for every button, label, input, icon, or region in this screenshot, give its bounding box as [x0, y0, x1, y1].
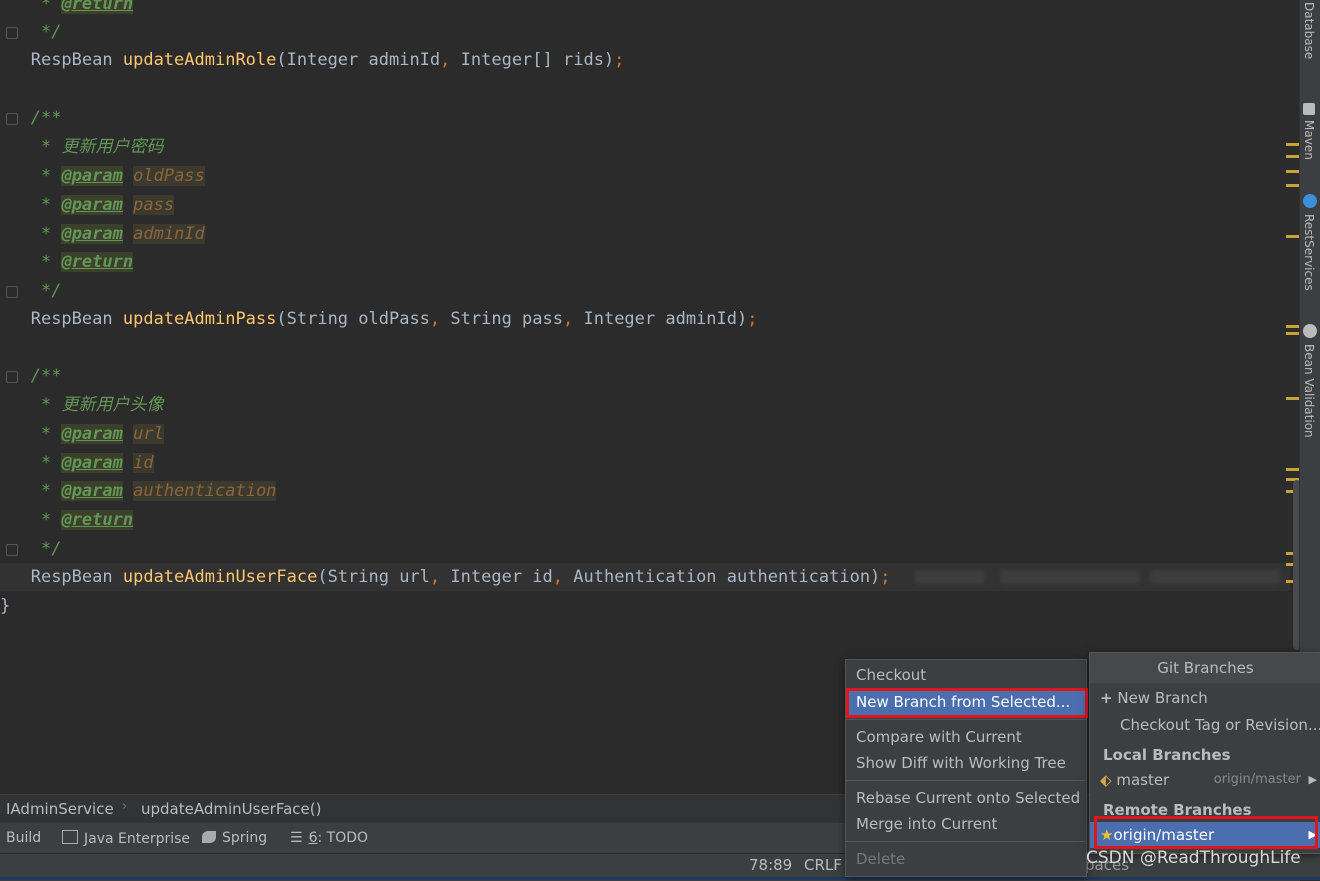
breadcrumb-method[interactable]: updateAdminUserFace() — [141, 800, 321, 818]
blurred-annotation — [1150, 570, 1280, 584]
menu-show-diff[interactable]: Show Diff with Working Tree — [846, 750, 1086, 776]
code-line: } — [0, 596, 11, 616]
menu-new-branch[interactable]: + New Branch — [1090, 685, 1320, 711]
line-separator[interactable]: CRLF — [804, 856, 842, 874]
menu-checkout[interactable]: Checkout — [846, 662, 1086, 688]
menu-new-branch-label: New Branch — [1117, 689, 1208, 707]
tool-java-enterprise[interactable]: Java Enterprise — [62, 830, 190, 847]
submenu-arrow-icon: ▶ — [1308, 773, 1317, 786]
java-enterprise-icon — [62, 830, 78, 844]
code-line: RespBean updateAdminPass(String oldPass,… — [30, 309, 758, 329]
menu-checkout-tag[interactable]: Checkout Tag or Revision... — [1090, 712, 1320, 738]
code-line: /** — [30, 108, 62, 128]
menu-separator — [846, 719, 1086, 720]
tool-spring[interactable]: Spring — [202, 830, 267, 846]
code-line: * @param adminId — [40, 224, 205, 244]
menu-rebase[interactable]: Rebase Current onto Selected — [846, 785, 1086, 811]
breadcrumb-class[interactable]: IAdminService — [6, 800, 114, 818]
watermark: CSDN @ReadThroughLife — [1086, 848, 1301, 868]
code-line: * @param oldPass — [40, 166, 205, 186]
rest-services-icon — [1303, 194, 1317, 208]
fold-marker[interactable] — [6, 286, 18, 298]
menu-delete[interactable]: Delete — [846, 846, 1086, 872]
code-line: * @return — [40, 510, 134, 530]
tag-icon: ⬖ — [1100, 771, 1112, 789]
breadcrumb-separator-icon: › — [122, 799, 128, 814]
fold-marker[interactable] — [6, 27, 18, 39]
tool-database[interactable]: Database — [1302, 2, 1316, 59]
code-line: /** — [30, 366, 62, 386]
code-line: * @param id — [40, 453, 154, 473]
tool-java-enterprise-label: Java Enterprise — [84, 831, 191, 847]
local-branch-master-label: master — [1116, 771, 1170, 789]
highlight-box — [846, 688, 1088, 718]
tool-todo-label: : TODO — [317, 830, 369, 846]
highlight-box — [1094, 816, 1318, 849]
menu-separator — [846, 841, 1086, 842]
menu-merge[interactable]: Merge into Current — [846, 811, 1086, 837]
caret-position[interactable]: 78:89 — [749, 856, 792, 874]
tool-bean-validation[interactable]: Bean Validation — [1302, 344, 1316, 438]
code-line: * 更新用户密码 — [40, 137, 164, 157]
bean-validation-icon — [1303, 324, 1317, 338]
plus-icon: + — [1100, 689, 1113, 707]
blurred-annotation — [1000, 570, 1140, 584]
code-line: * @return — [40, 252, 134, 272]
tool-restservices[interactable]: RestServices — [1302, 214, 1316, 291]
code-line: * @param url — [40, 424, 164, 444]
code-line: * @param pass — [40, 195, 175, 215]
local-branches-header: Local Branches — [1103, 746, 1231, 764]
tool-spring-label: Spring — [222, 830, 268, 846]
local-branch-master[interactable]: ⬖ master origin/master ▶ — [1090, 767, 1320, 793]
fold-marker[interactable] — [6, 544, 18, 556]
tool-maven[interactable]: Maven — [1302, 120, 1316, 160]
local-branch-tracking: origin/master — [1213, 772, 1301, 787]
menu-compare-with-current[interactable]: Compare with Current — [846, 724, 1086, 750]
spring-leaf-icon — [202, 831, 216, 843]
code-line: * @return — [0, 0, 134, 18]
code-line: RespBean updateAdminRole(Integer adminId… — [30, 50, 625, 70]
code-line: RespBean updateAdminUserFace(String url,… — [30, 567, 891, 587]
blurred-annotation — [915, 570, 985, 584]
code-line: * 更新用户头像 — [40, 395, 164, 415]
maven-icon — [1303, 103, 1315, 115]
tool-todo[interactable]: ☰ 6: TODO — [290, 830, 368, 846]
git-branches-title: Git Branches — [1090, 653, 1320, 683]
todo-list-icon: ☰ — [290, 830, 303, 846]
tool-build[interactable]: Build — [6, 830, 41, 846]
code-line: * @param authentication — [40, 481, 277, 501]
menu-separator — [846, 780, 1086, 781]
